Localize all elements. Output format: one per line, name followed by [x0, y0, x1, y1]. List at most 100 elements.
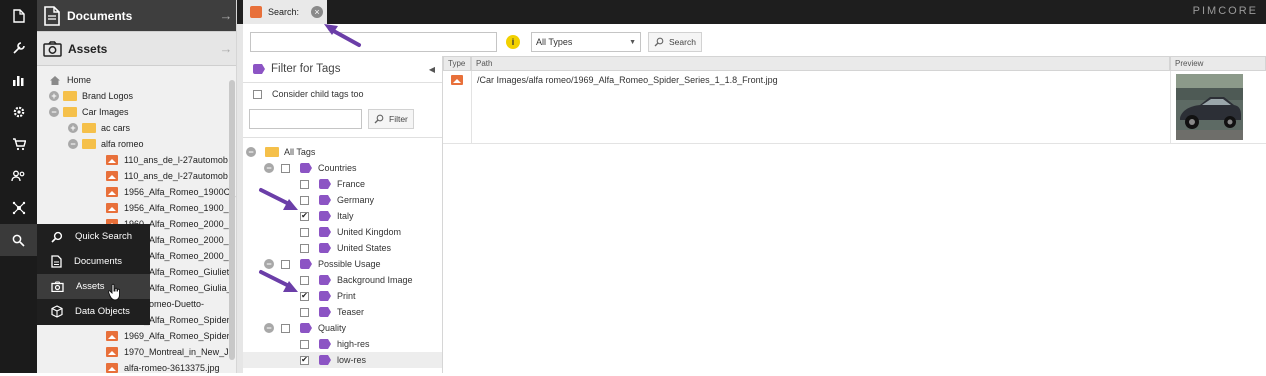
tree-node[interactable]: 1970_Montreal_in_New_Je: [37, 344, 236, 360]
tag-icon: [300, 323, 312, 333]
search-input[interactable]: [250, 32, 497, 52]
tree-node-label: alfa romeo: [101, 139, 144, 149]
column-header-preview[interactable]: Preview: [1170, 56, 1266, 71]
panel-splitter[interactable]: [237, 24, 243, 373]
table-row[interactable]: /Car Images/alfa romeo/1969_Alfa_Romeo_S…: [443, 71, 1266, 144]
checkbox[interactable]: [300, 307, 309, 317]
nav-users[interactable]: [0, 160, 37, 192]
users-icon: [11, 170, 25, 182]
tree-node-label: alfa-romeo-3613375.jpg: [124, 363, 220, 373]
image-asset-icon: [106, 331, 118, 341]
menu-data-objects[interactable]: Data Objects: [37, 299, 150, 324]
tag-label: Germany: [337, 195, 375, 205]
tag-tree-node[interactable]: ✔ low-res: [243, 352, 442, 368]
tree-node[interactable]: Home: [37, 72, 236, 88]
column-header-type[interactable]: Type: [443, 56, 471, 71]
nav-documents[interactable]: [0, 0, 37, 32]
tree-node[interactable]: + ac cars: [37, 120, 236, 136]
image-asset-icon: [106, 171, 118, 181]
tag-tree-node[interactable]: United Kingdom: [243, 224, 442, 240]
pimcore-logo: PIMCORE: [1192, 5, 1258, 17]
tag-tree: − All Tags − Countries France Germany ✔ Italy Un…: [243, 137, 442, 368]
collapse-icon[interactable]: −: [68, 139, 78, 149]
tree-scrollbar[interactable]: [229, 80, 235, 360]
folder-icon: [82, 139, 96, 149]
collapse-icon[interactable]: −: [264, 163, 274, 173]
assets-panel-header[interactable]: Assets →: [37, 32, 236, 66]
cube-icon: [51, 305, 63, 318]
checkbox[interactable]: ✔: [300, 211, 309, 221]
top-tab-bar: Search: × PIMCORE: [237, 0, 1266, 24]
close-icon[interactable]: ×: [311, 6, 324, 18]
checkbox[interactable]: [281, 163, 290, 173]
collapse-icon[interactable]: −: [264, 323, 274, 333]
expand-icon[interactable]: +: [49, 91, 59, 101]
tree-node[interactable]: − Car Images: [37, 104, 236, 120]
info-icon[interactable]: i: [506, 35, 520, 49]
image-asset-icon: [106, 203, 118, 213]
tab-search[interactable]: Search: ×: [243, 0, 327, 24]
tag-tree-node[interactable]: high-res: [243, 336, 442, 352]
tree-node[interactable]: 1956_Alfa_Romeo_1900_S: [37, 200, 236, 216]
checkbox[interactable]: [281, 323, 290, 333]
folder-icon: [63, 91, 77, 101]
nav-datahub[interactable]: [0, 192, 37, 224]
nav-tools[interactable]: [0, 32, 37, 64]
home-icon: [49, 75, 61, 86]
type-select[interactable]: All Types ▼: [531, 32, 641, 52]
tag-label: Teaser: [337, 307, 365, 317]
tree-node[interactable]: − alfa romeo: [37, 136, 236, 152]
tag-filter-panel: Filter for Tags ◀ Consider child tags to…: [243, 56, 443, 373]
tree-node[interactable]: 110_ans_de_l-27automob: [37, 168, 236, 184]
nav-ecommerce[interactable]: [0, 128, 37, 160]
tag-label: Possible Usage: [318, 259, 381, 269]
tag-tree-node[interactable]: − Countries: [243, 160, 442, 176]
checkbox[interactable]: [300, 339, 309, 349]
tag-tree-node[interactable]: Teaser: [243, 304, 442, 320]
nav-settings[interactable]: [0, 96, 37, 128]
tag-label: All Tags: [284, 147, 316, 157]
tag-label: Print: [337, 291, 356, 301]
tree-node[interactable]: 1969_Alfa_Romeo_Spider: [37, 328, 236, 344]
arrow-right-icon[interactable]: →: [216, 41, 236, 56]
menu-assets[interactable]: Assets: [37, 274, 150, 300]
documents-panel-header[interactable]: Documents →: [37, 0, 236, 32]
tag-tree-node[interactable]: United States: [243, 240, 442, 256]
column-header-path[interactable]: Path: [471, 56, 1170, 71]
checkbox[interactable]: [253, 89, 262, 99]
checkbox[interactable]: ✔: [300, 355, 309, 365]
nav-search[interactable]: [0, 224, 37, 256]
tree-node[interactable]: 1956_Alfa_Romeo_1900C_: [37, 184, 236, 200]
preview-thumbnail[interactable]: [1176, 74, 1243, 140]
expand-icon[interactable]: +: [68, 123, 78, 133]
tag-label: Background Image: [337, 275, 413, 285]
tag-filter-input[interactable]: [249, 109, 362, 129]
document-icon: [44, 5, 60, 26]
tag-tree-node[interactable]: − Quality: [243, 320, 442, 336]
filter-header: Filter for Tags ◀: [243, 56, 442, 83]
filter-button[interactable]: Filter: [368, 109, 414, 129]
collapse-icon[interactable]: −: [49, 107, 59, 117]
menu-quick-search[interactable]: Quick Search: [37, 224, 150, 249]
nav-reports[interactable]: [0, 64, 37, 96]
tree-node[interactable]: + Brand Logos: [37, 88, 236, 104]
checkbox[interactable]: [300, 227, 309, 237]
checkbox[interactable]: [300, 243, 309, 253]
gear-icon: [13, 106, 24, 118]
menu-documents[interactable]: Documents: [37, 249, 150, 274]
tag-label: high-res: [337, 339, 370, 349]
tag-icon: [319, 227, 331, 237]
tree-node[interactable]: alfa-romeo-3613375.jpg: [37, 360, 236, 376]
search-icon: [51, 231, 63, 243]
child-tags-option[interactable]: Consider child tags too: [243, 83, 442, 105]
arrow-right-icon[interactable]: →: [216, 8, 236, 23]
collapse-icon[interactable]: −: [246, 147, 256, 157]
collapse-left-icon[interactable]: ◀: [422, 65, 442, 74]
tree-node-label: 1969_Alfa_Romeo_Spider: [124, 331, 230, 341]
tree-node[interactable]: 110_ans_de_l-27automob: [37, 152, 236, 168]
search-button[interactable]: Search: [648, 32, 702, 52]
document-icon: [12, 9, 25, 23]
search-menu-popup: Quick Search Documents Assets Data Objec…: [37, 224, 150, 325]
search-icon: [12, 234, 25, 247]
tag-tree-node[interactable]: − All Tags: [243, 144, 442, 160]
